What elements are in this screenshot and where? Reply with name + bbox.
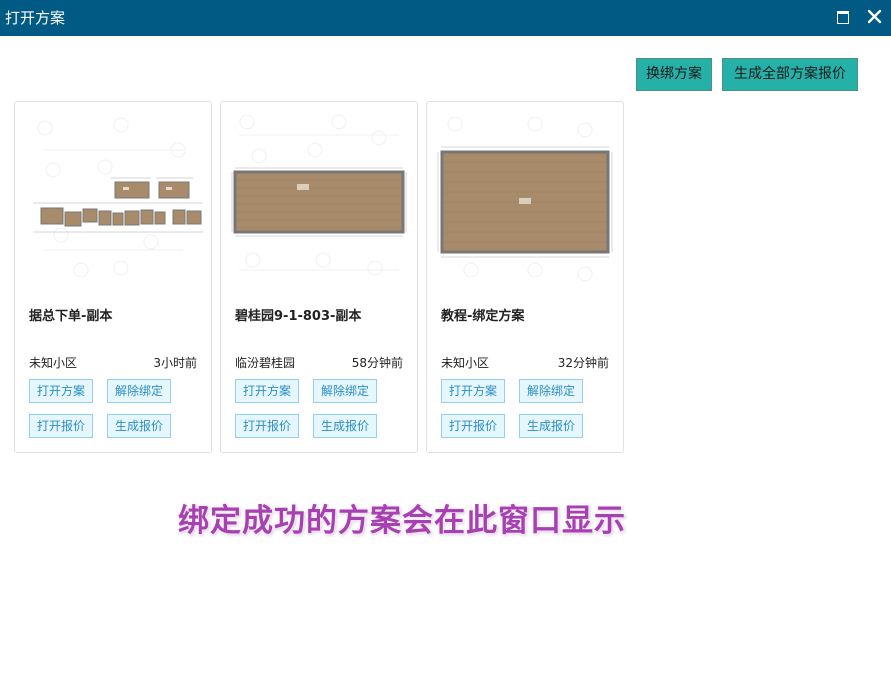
plan-meta: 未知小区 32分钟前 [441, 354, 609, 370]
plan-thumbnail[interactable] [23, 110, 203, 285]
title-bar: 打开方案 [0, 0, 891, 36]
open-quote-button[interactable]: 打开报价 [235, 414, 299, 438]
plan-meta: 未知小区 3小时前 [29, 354, 197, 370]
floor-plan-thumbnail-icon [437, 116, 613, 282]
floor-plan-thumbnail-icon [231, 114, 407, 276]
generate-quote-button[interactable]: 生成报价 [313, 414, 377, 438]
maximize-button[interactable] [832, 6, 854, 28]
floor-plan-thumbnail-icon [33, 117, 203, 278]
instruction-caption: 绑定成功的方案会在此窗口显示 [178, 503, 626, 539]
open-quote-button[interactable]: 打开报价 [29, 414, 93, 438]
modified-time: 32分钟前 [557, 356, 609, 370]
unbind-button[interactable]: 解除绑定 [519, 379, 583, 403]
open-quote-button[interactable]: 打开报价 [441, 414, 505, 438]
open-plan-button[interactable]: 打开方案 [235, 379, 299, 403]
plan-name: 据总下单-副本 [29, 309, 113, 324]
community-name: 未知小区 [441, 356, 490, 370]
community-name: 临汾碧桂园 [235, 356, 296, 370]
modified-time: 58分钟前 [351, 356, 403, 370]
rebind-plan-button[interactable]: 换绑方案 [636, 58, 712, 91]
open-plan-button[interactable]: 打开方案 [29, 379, 93, 403]
plan-card[interactable]: 碧桂园9-1-803-副本 临汾碧桂园 58分钟前 打开方案 解除绑定 打开报价… [220, 101, 418, 453]
unbind-button[interactable]: 解除绑定 [313, 379, 377, 403]
community-name: 未知小区 [29, 356, 78, 370]
modified-time: 3小时前 [153, 356, 197, 370]
open-plan-button[interactable]: 打开方案 [441, 379, 505, 403]
plan-name: 教程-绑定方案 [441, 309, 525, 324]
plan-meta: 临汾碧桂园 58分钟前 [235, 354, 403, 370]
window-title: 打开方案 [5, 9, 66, 27]
generate-quote-button[interactable]: 生成报价 [519, 414, 583, 438]
plan-name: 碧桂园9-1-803-副本 [235, 309, 362, 324]
plan-card[interactable]: 据总下单-副本 未知小区 3小时前 打开方案 解除绑定 打开报价 生成报价 [14, 101, 212, 453]
generate-all-quotes-button[interactable]: 生成全部方案报价 [722, 58, 858, 91]
maximize-icon [837, 11, 849, 24]
unbind-button[interactable]: 解除绑定 [107, 379, 171, 403]
plan-thumbnail[interactable] [229, 110, 409, 285]
close-button[interactable] [864, 6, 886, 28]
plan-card[interactable]: 教程-绑定方案 未知小区 32分钟前 打开方案 解除绑定 打开报价 生成报价 [426, 101, 624, 453]
generate-quote-button[interactable]: 生成报价 [107, 414, 171, 438]
plan-thumbnail[interactable] [435, 110, 615, 285]
close-icon [867, 9, 882, 24]
